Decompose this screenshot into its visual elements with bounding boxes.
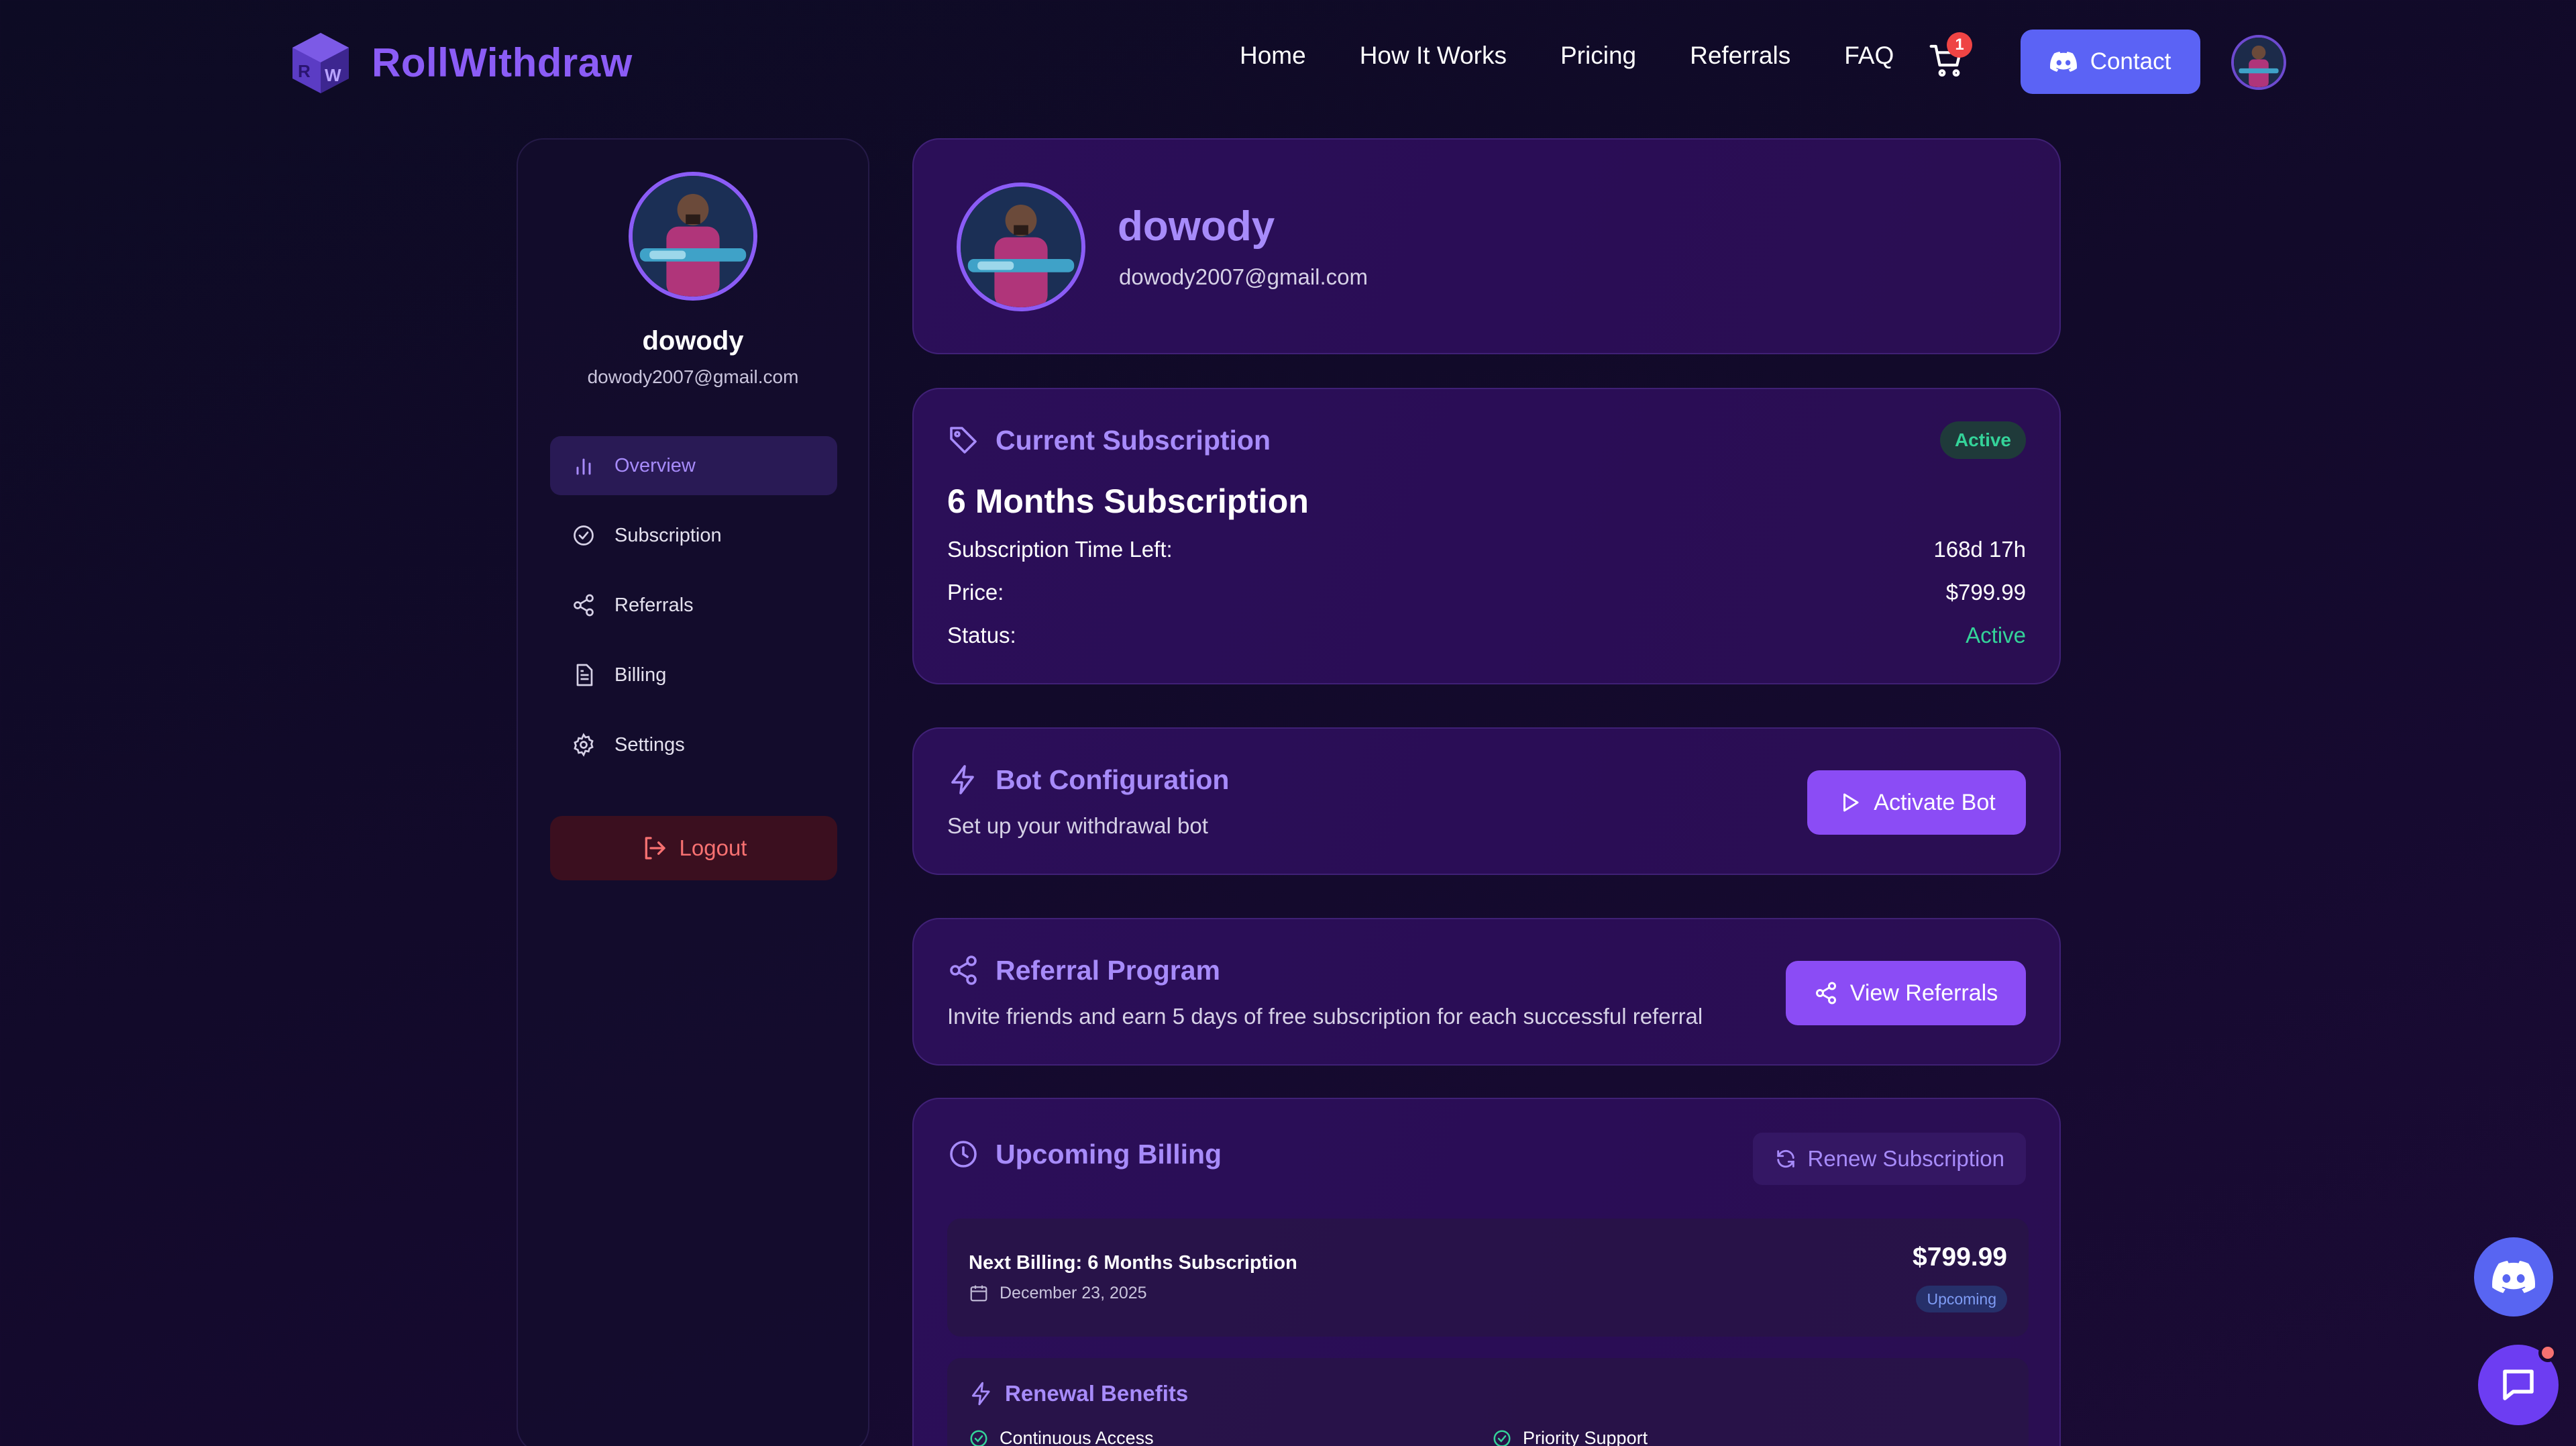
chat-bubble-icon — [2503, 1370, 2534, 1400]
activate-bot-button[interactable]: Activate Bot — [1807, 770, 2026, 835]
renewal-benefits-title: Renewal Benefits — [969, 1381, 1188, 1406]
discord-icon — [2492, 1261, 2535, 1293]
logout-button[interactable]: Logout — [550, 816, 837, 880]
lightning-icon — [971, 1382, 990, 1406]
cart-count-badge: 1 — [1947, 32, 1972, 58]
status-value: Active — [1966, 623, 2026, 648]
status-label: Status: — [947, 623, 1016, 648]
billing-title: Upcoming Billing — [947, 1138, 1222, 1170]
referral-title: Referral Program — [947, 954, 1220, 986]
calendar-icon — [970, 1285, 987, 1302]
nav-user-avatar[interactable] — [2231, 35, 2286, 90]
gear-icon — [574, 733, 594, 757]
sidebar-item-overview[interactable]: Overview — [550, 436, 837, 495]
referral-card: Referral Program Invite friends and earn… — [912, 918, 2061, 1066]
sidebar-email: dowody2007@gmail.com — [587, 366, 799, 387]
price-label: Price: — [947, 580, 1004, 605]
sidebar-item-subscription[interactable]: Subscription — [550, 506, 837, 565]
share-icon — [1815, 982, 1836, 1004]
brand-logo[interactable]: R W RollWithdraw — [288, 30, 633, 95]
time-left-label: Subscription Time Left: — [947, 537, 1173, 562]
sidebar-username: dowody — [642, 326, 744, 356]
upcoming-badge: Upcoming — [1916, 1286, 2007, 1312]
nav-link-pricing[interactable]: Pricing — [1560, 42, 1636, 70]
share-icon — [950, 956, 977, 985]
nav-link-referrals[interactable]: Referrals — [1690, 42, 1790, 70]
bot-config-card: Bot Configuration Set up your withdrawal… — [912, 727, 2061, 875]
avatar-image — [633, 176, 753, 297]
sidebar-item-referrals[interactable]: Referrals — [550, 576, 837, 635]
sidebar-avatar — [629, 172, 757, 301]
bot-config-desc: Set up your withdrawal bot — [947, 813, 1208, 838]
sidebar-item-label: Referrals — [614, 594, 694, 616]
billing-date: December 23, 2025 — [1000, 1283, 1147, 1302]
bot-config-title: Bot Configuration — [947, 764, 1229, 796]
share-icon — [574, 594, 594, 617]
discord-icon — [2049, 52, 2077, 72]
subscription-card: Current Subscription Active 6 Months Sub… — [912, 388, 2061, 684]
document-icon — [576, 664, 593, 686]
view-referrals-button[interactable]: View Referrals — [1786, 961, 2026, 1025]
referral-desc: Invite friends and earn 5 days of free s… — [947, 1004, 1703, 1029]
cube-logo-icon: R W — [292, 33, 349, 93]
tag-icon — [950, 427, 977, 454]
subscription-title: Current Subscription — [947, 424, 1271, 456]
price-value: $799.99 — [1945, 580, 2026, 605]
benefit-item: Priority Support — [1492, 1428, 1648, 1446]
floating-discord-button[interactable] — [2474, 1237, 2553, 1316]
sidebar-item-billing[interactable]: Billing — [550, 645, 837, 705]
check-circle-icon — [574, 525, 594, 546]
avatar-image — [961, 187, 1081, 307]
lightning-icon — [951, 765, 974, 794]
brand-name: RollWithdraw — [372, 40, 633, 85]
nav-links: Home How It Works Pricing Referrals FAQ — [1240, 42, 1894, 70]
billing-card: Upcoming Billing Renew Subscription Next… — [912, 1098, 2061, 1446]
check-circle-icon — [1493, 1430, 1511, 1446]
clock-icon — [950, 1141, 977, 1168]
billing-date-row: December 23, 2025 — [969, 1283, 1147, 1303]
logout-icon — [645, 837, 665, 860]
top-navbar: R W RollWithdraw Home How It Works Prici… — [0, 0, 2576, 127]
chat-notification-dot — [2538, 1343, 2557, 1362]
profile-card: dowody dowody2007@gmail.com — [912, 138, 2061, 354]
logout-label: Logout — [679, 835, 747, 860]
svg-text:R: R — [298, 61, 311, 81]
profile-name: dowody — [1118, 203, 1275, 250]
status-badge: Active — [1939, 421, 2026, 459]
svg-text:W: W — [325, 65, 341, 85]
nav-link-how-it-works[interactable]: How It Works — [1360, 42, 1507, 70]
play-icon — [1843, 793, 1859, 812]
renewal-benefits-panel: Renewal Benefits Continuous Access Prior… — [947, 1358, 2029, 1446]
subscription-plan: 6 Months Subscription — [947, 482, 1309, 520]
sidebar-item-label: Overview — [614, 454, 696, 476]
profile-avatar — [957, 183, 1085, 311]
bar-chart-icon — [576, 458, 591, 475]
avatar-image — [2234, 38, 2284, 87]
contact-label: Contact — [2090, 48, 2171, 74]
refresh-icon — [1776, 1149, 1794, 1168]
sidebar: dowody dowody2007@gmail.com Overview Sub… — [517, 138, 869, 1446]
billing-amount: $799.99 — [1913, 1243, 2007, 1272]
contact-button[interactable]: Contact — [2021, 30, 2200, 94]
sidebar-menu: Overview Subscription Referrals Billing … — [550, 436, 837, 785]
check-circle-icon — [970, 1430, 987, 1446]
next-billing-item: Next Billing: 6 Months Subscription Dece… — [947, 1219, 2029, 1337]
sidebar-item-label: Settings — [614, 733, 685, 756]
profile-email: dowody2007@gmail.com — [1119, 264, 1368, 289]
nav-link-faq[interactable]: FAQ — [1844, 42, 1894, 70]
sidebar-item-label: Subscription — [614, 524, 722, 546]
renew-subscription-button[interactable]: Renew Subscription — [1752, 1133, 2026, 1185]
time-left-value: 168d 17h — [1933, 537, 2026, 562]
nav-link-home[interactable]: Home — [1240, 42, 1306, 70]
sidebar-item-settings[interactable]: Settings — [550, 715, 837, 774]
benefit-item: Continuous Access — [969, 1428, 1154, 1446]
sidebar-item-label: Billing — [614, 664, 667, 686]
next-billing-label: Next Billing: 6 Months Subscription — [969, 1252, 1297, 1274]
